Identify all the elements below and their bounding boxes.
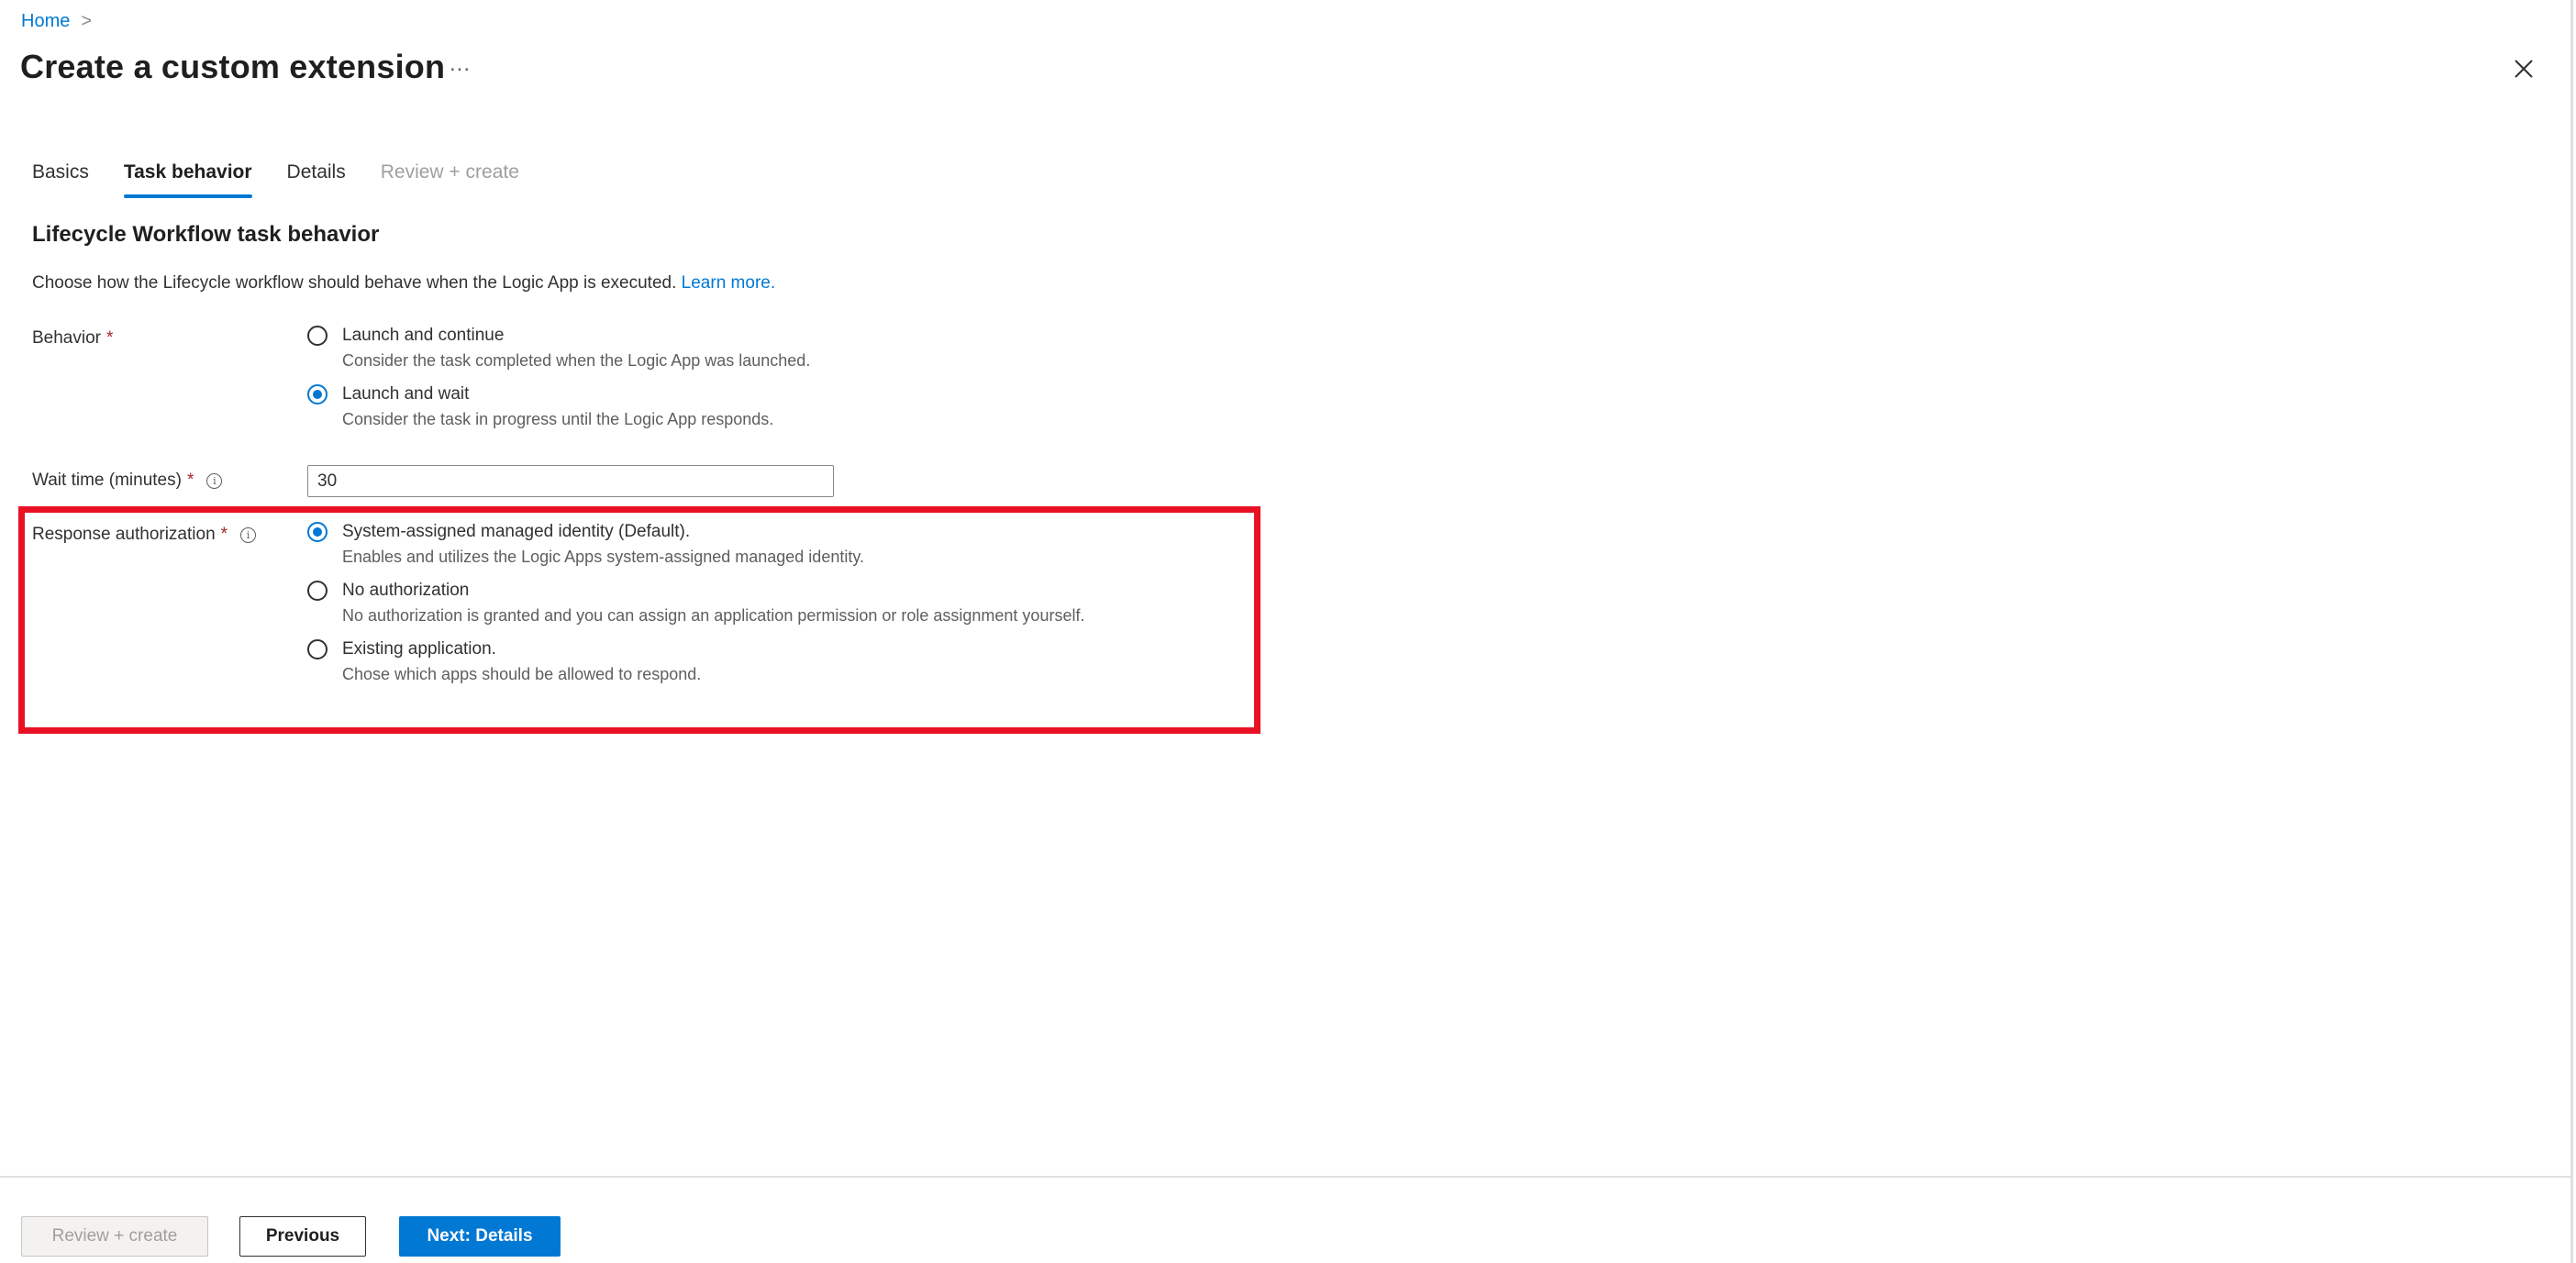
previous-button[interactable]: Previous [239,1216,366,1257]
option-description: No authorization is granted and you can … [342,606,1085,625]
close-icon[interactable] [2510,55,2537,83]
wizard-tabs: Basics Task behavior Details Review + cr… [32,161,554,198]
radio-button-checked[interactable] [307,384,328,404]
tab-details[interactable]: Details [287,161,346,198]
behavior-option-launch-wait[interactable]: Launch and wait Consider the task in pro… [307,384,810,429]
radio-button[interactable] [307,639,328,659]
radio-button-checked[interactable] [307,522,328,542]
response-authorization-label: Response authorization * i [32,525,257,545]
chevron-right-icon: > [81,11,93,31]
behavior-option-launch-continue[interactable]: Launch and continue Consider the task co… [307,326,810,371]
next-details-button[interactable]: Next: Details [399,1216,561,1257]
radio-button[interactable] [307,326,328,346]
option-description: Consider the task in progress until the … [342,410,774,428]
option-label: No authorization [342,581,470,600]
info-icon[interactable]: i [206,472,223,489]
auth-option-existing-application[interactable]: Existing application. Chose which apps s… [307,639,1084,684]
radio-button[interactable] [307,581,328,601]
page-title: Create a custom extension [20,48,446,85]
response-authorization-label-text: Response authorization [32,525,216,544]
panel-right-border [2570,0,2573,1263]
breadcrumb: Home > [21,11,92,32]
wait-time-label: Wait time (minutes) * i [32,471,223,491]
behavior-label-text: Behavior [32,328,101,348]
option-description: Consider the task completed when the Log… [342,351,811,370]
option-label: Existing application. [342,639,496,659]
wait-time-label-text: Wait time (minutes) [32,471,182,490]
option-description: Enables and utilizes the Logic Apps syst… [342,548,865,566]
option-description: Chose which apps should be allowed to re… [342,665,702,683]
review-create-button: Review + create [21,1216,208,1257]
section-title: Lifecycle Workflow task behavior [32,222,380,247]
option-label: Launch and continue [342,326,505,345]
required-indicator: * [186,471,194,490]
more-options-icon[interactable]: ... [450,51,471,77]
footer-divider [0,1176,2570,1178]
required-indicator: * [106,328,114,348]
tab-task-behavior[interactable]: Task behavior [123,161,252,198]
option-label: System-assigned managed identity (Defaul… [342,522,691,541]
tab-basics[interactable]: Basics [32,161,89,198]
info-icon[interactable]: i [240,526,257,543]
option-label: Launch and wait [342,384,470,404]
auth-option-no-authorization[interactable]: No authorization No authorization is gra… [307,581,1084,626]
wait-time-input[interactable] [307,465,834,497]
section-intro: Choose how the Lifecycle workflow should… [32,273,775,294]
learn-more-link[interactable]: Learn more. [682,273,775,293]
breadcrumb-home-link[interactable]: Home [21,11,70,32]
intro-text: Choose how the Lifecycle workflow should… [32,273,677,293]
required-indicator: * [220,525,228,544]
behavior-radio-group: Launch and continue Consider the task co… [307,326,810,443]
behavior-label: Behavior * [32,328,113,349]
response-authorization-radio-group: System-assigned managed identity (Defaul… [307,522,1084,698]
tab-review-create: Review + create [380,161,519,183]
auth-option-system-assigned[interactable]: System-assigned managed identity (Defaul… [307,522,1084,567]
